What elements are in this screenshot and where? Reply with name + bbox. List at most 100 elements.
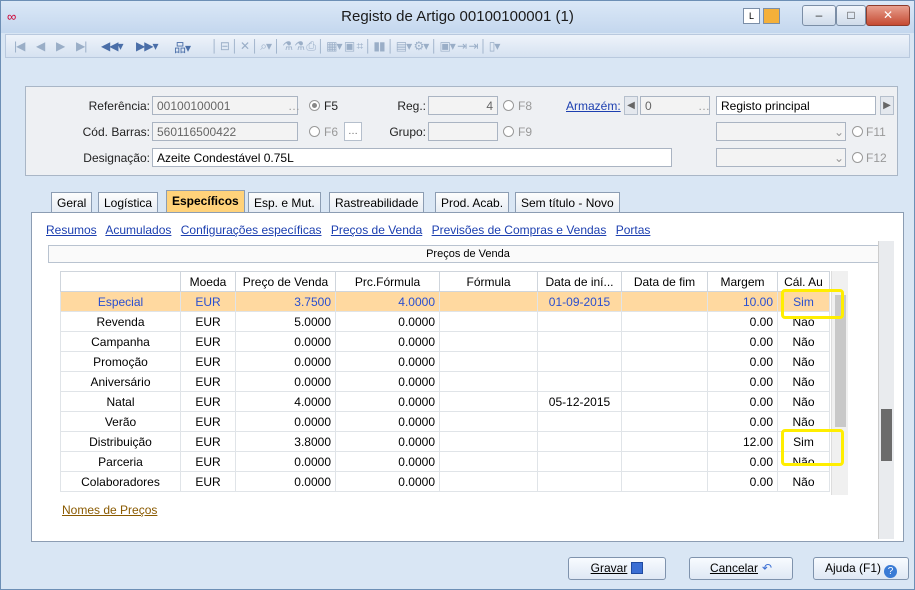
table-cell[interactable]: 0.0000	[335, 411, 440, 432]
table-cell[interactable]: Natal	[60, 391, 181, 412]
nomes-precos-link[interactable]: Nomes de Preços	[62, 503, 157, 517]
table-cell[interactable]	[439, 471, 538, 492]
tree-icon[interactable]: 品▾	[174, 39, 191, 56]
f5-radio[interactable]	[309, 100, 320, 111]
table-cell[interactable]: 0.0000	[335, 451, 440, 472]
link-precos-venda[interactable]: Preços de Venda	[331, 223, 422, 237]
tab-sem-titulo[interactable]: Sem título - Novo	[515, 192, 620, 213]
table-cell[interactable]	[621, 451, 708, 472]
table-cell[interactable]: 0.00	[707, 451, 778, 472]
table-cell[interactable]: 0.0000	[335, 391, 440, 412]
table-cell[interactable]: Revenda	[60, 311, 181, 332]
forward-icon[interactable]: ▶▶▾	[136, 39, 159, 53]
table-cell[interactable]	[537, 331, 622, 352]
table-cell[interactable]: EUR	[180, 291, 236, 312]
col-header[interactable]: Preço de Venda	[235, 271, 336, 292]
barcode-lookup-button[interactable]: …	[344, 122, 362, 141]
table-cell[interactable]: 0.0000	[235, 411, 336, 432]
table-cell[interactable]	[439, 451, 538, 472]
table-cell[interactable]: 0.00	[707, 311, 778, 332]
table-row[interactable]: Natal EUR 4.0000 0.0000 05-12-2015 0.00 Não	[60, 391, 830, 412]
table-cell[interactable]: Não	[777, 371, 830, 392]
table-cell[interactable]	[439, 351, 538, 372]
f11-radio[interactable]	[852, 126, 863, 137]
table-cell[interactable]	[621, 291, 708, 312]
table-row[interactable]: Distribuição EUR 3.8000 0.0000 12.00 Sim	[60, 431, 830, 452]
armazem-link[interactable]: Armazém:	[566, 99, 621, 113]
layout-icon[interactable]: L	[743, 8, 760, 24]
table-cell[interactable]: 0.0000	[335, 331, 440, 352]
col-header[interactable]: Data de fim	[621, 271, 708, 292]
col-header[interactable]	[60, 271, 181, 292]
table-cell[interactable]	[439, 391, 538, 412]
prev-record-icon[interactable]: ◀	[36, 39, 45, 53]
table-cell[interactable]	[621, 331, 708, 352]
table-row[interactable]: Parceria EUR 0.0000 0.0000 0.00 Não	[60, 451, 830, 472]
panel-scrollbar[interactable]	[878, 241, 894, 539]
table-cell[interactable]: 0.00	[707, 391, 778, 412]
f8-radio[interactable]	[503, 100, 514, 111]
table-cell[interactable]	[621, 311, 708, 332]
table-cell[interactable]	[621, 371, 708, 392]
link-resumos[interactable]: Resumos	[46, 223, 97, 237]
table-cell[interactable]: EUR	[180, 451, 236, 472]
table-cell[interactable]	[439, 331, 538, 352]
link-previsoes[interactable]: Previsões de Compras e Vendas	[432, 223, 607, 237]
table-cell[interactable]: 0.00	[707, 371, 778, 392]
table-row[interactable]: Especial EUR 3.7500 4.0000 01-09-2015 10.00 Si…	[60, 291, 830, 312]
table-cell[interactable]: Parceria	[60, 451, 181, 472]
gravar-button[interactable]: Gravar	[568, 557, 666, 580]
table-cell[interactable]	[621, 411, 708, 432]
table-cell[interactable]: 0.0000	[335, 351, 440, 372]
table-cell[interactable]: 0.0000	[235, 471, 336, 492]
table-cell[interactable]	[537, 451, 622, 472]
tab-geral[interactable]: Geral	[51, 192, 93, 213]
table-cell[interactable]: 0.0000	[335, 371, 440, 392]
lookup-dots[interactable]: …	[288, 99, 300, 113]
table-cell[interactable]	[439, 411, 538, 432]
table-cell[interactable]: EUR	[180, 331, 236, 352]
grupo-field[interactable]	[428, 122, 498, 141]
table-cell[interactable]	[621, 391, 708, 412]
table-cell[interactable]: Não	[777, 391, 830, 412]
table-cell[interactable]: Promoção	[60, 351, 181, 372]
codbarras-field[interactable]: 560116500422	[152, 122, 298, 141]
minimize-button[interactable]: –	[802, 5, 836, 26]
table-cell[interactable]: EUR	[180, 371, 236, 392]
tab-logistica[interactable]: Logística	[98, 192, 159, 213]
table-cell[interactable]: 0.0000	[335, 431, 440, 452]
f6-radio[interactable]	[309, 126, 320, 137]
table-cell[interactable]: EUR	[180, 431, 236, 452]
table-cell[interactable]: 0.0000	[235, 331, 336, 352]
close-button[interactable]: ✕	[866, 5, 910, 26]
table-cell[interactable]	[537, 471, 622, 492]
col-header[interactable]: Prc.Fórmula	[335, 271, 440, 292]
table-cell[interactable]: 0.0000	[235, 451, 336, 472]
table-cell[interactable]	[537, 371, 622, 392]
back-icon[interactable]: ◀◀▾	[101, 39, 124, 53]
table-cell[interactable]: Colaboradores	[60, 471, 181, 492]
table-row[interactable]: Campanha EUR 0.0000 0.0000 0.00 Não	[60, 331, 830, 352]
table-cell[interactable]: 0.0000	[335, 311, 440, 332]
designacao-field[interactable]: Azeite Condestável 0.75L	[152, 148, 672, 167]
table-cell[interactable]: Especial	[60, 291, 181, 312]
tab-especificos[interactable]: Específicos	[166, 190, 245, 213]
table-cell[interactable]	[621, 351, 708, 372]
table-cell[interactable]	[537, 351, 622, 372]
referencia-field[interactable]: 00100100001	[152, 96, 298, 115]
table-cell[interactable]: Não	[777, 351, 830, 372]
last-record-icon[interactable]: ▶|	[76, 39, 87, 53]
f9-radio[interactable]	[503, 126, 514, 137]
reg-field[interactable]: 4	[428, 96, 498, 115]
table-cell[interactable]: Distribuição	[60, 431, 181, 452]
tab-rastreabilidade[interactable]: Rastreabilidade	[329, 192, 425, 213]
table-cell[interactable]: 0.0000	[235, 351, 336, 372]
table-cell[interactable]: EUR	[180, 351, 236, 372]
select-1[interactable]	[716, 122, 846, 141]
table-cell[interactable]	[439, 291, 538, 312]
tab-esp-mut[interactable]: Esp. e Mut.	[248, 192, 321, 213]
table-cell[interactable]: 0.00	[707, 471, 778, 492]
select-2[interactable]	[716, 148, 846, 167]
table-cell[interactable]: Verão	[60, 411, 181, 432]
link-config[interactable]: Configurações específicas	[181, 223, 322, 237]
